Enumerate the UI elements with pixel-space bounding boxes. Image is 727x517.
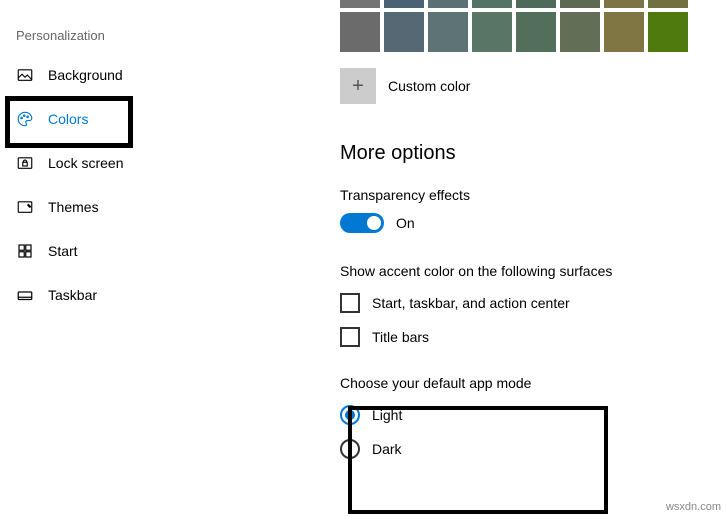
color-swatch[interactable] bbox=[472, 12, 512, 52]
taskbar-icon bbox=[16, 286, 34, 304]
color-swatch[interactable] bbox=[648, 0, 688, 8]
color-swatch[interactable] bbox=[560, 0, 600, 8]
color-swatch[interactable] bbox=[648, 12, 688, 52]
color-swatch[interactable] bbox=[516, 12, 556, 52]
color-swatch[interactable] bbox=[516, 0, 556, 8]
more-options-heading: More options bbox=[340, 142, 717, 165]
sidebar-item-colors[interactable]: Colors bbox=[0, 99, 240, 139]
radio-label: Dark bbox=[372, 441, 402, 457]
sidebar-item-start[interactable]: Start bbox=[0, 231, 240, 271]
color-swatch[interactable] bbox=[384, 12, 424, 52]
checkbox-icon bbox=[340, 327, 360, 347]
color-swatch[interactable] bbox=[340, 0, 380, 8]
color-swatch[interactable] bbox=[472, 0, 512, 8]
checkbox-label: Title bars bbox=[372, 329, 429, 345]
sidebar-item-label: Lock screen bbox=[48, 155, 123, 171]
color-swatch[interactable] bbox=[604, 12, 644, 52]
color-swatch-row-partial bbox=[340, 0, 717, 8]
sidebar-item-taskbar[interactable]: Taskbar bbox=[0, 275, 240, 315]
checkbox-icon bbox=[340, 293, 360, 313]
sidebar-item-themes[interactable]: Themes bbox=[0, 187, 240, 227]
app-mode-radio-dark[interactable]: Dark bbox=[340, 439, 717, 459]
sidebar-item-background[interactable]: Background bbox=[0, 55, 240, 95]
custom-color-button[interactable]: + bbox=[340, 68, 376, 104]
accent-check-start-taskbar[interactable]: Start, taskbar, and action center bbox=[340, 293, 717, 313]
accent-check-title-bars[interactable]: Title bars bbox=[340, 327, 717, 347]
color-swatch[interactable] bbox=[560, 12, 600, 52]
color-swatch[interactable] bbox=[384, 0, 424, 8]
color-swatch[interactable] bbox=[428, 0, 468, 8]
color-swatch[interactable] bbox=[428, 12, 468, 52]
transparency-state: On bbox=[396, 215, 415, 231]
app-mode-radio-light[interactable]: Light bbox=[340, 405, 717, 425]
transparency-label: Transparency effects bbox=[340, 187, 717, 203]
sidebar-item-label: Background bbox=[48, 67, 123, 83]
transparency-toggle-row: On bbox=[340, 213, 717, 233]
lock-screen-icon bbox=[16, 154, 34, 172]
plus-icon: + bbox=[352, 75, 364, 98]
sidebar-item-lock-screen[interactable]: Lock screen bbox=[0, 143, 240, 183]
start-icon bbox=[16, 242, 34, 260]
sidebar-item-label: Start bbox=[48, 243, 78, 259]
checkbox-label: Start, taskbar, and action center bbox=[372, 295, 570, 311]
themes-icon bbox=[16, 198, 34, 216]
palette-icon bbox=[16, 110, 34, 128]
color-swatch-row bbox=[340, 12, 717, 52]
radio-label: Light bbox=[372, 407, 402, 423]
radio-icon bbox=[340, 439, 360, 459]
color-swatch[interactable] bbox=[604, 0, 644, 8]
custom-color-row: + Custom color bbox=[340, 68, 717, 104]
sidebar-item-label: Themes bbox=[48, 199, 99, 215]
color-swatch[interactable] bbox=[340, 12, 380, 52]
main-content: + Custom color More options Transparency… bbox=[340, 0, 727, 459]
app-mode-label: Choose your default app mode bbox=[340, 375, 717, 391]
picture-icon bbox=[16, 66, 34, 84]
sidebar: Personalization Background Colors Lock s… bbox=[0, 0, 240, 329]
accent-surfaces-label: Show accent color on the following surfa… bbox=[340, 263, 717, 279]
watermark: wsxdn.com bbox=[666, 501, 721, 513]
sidebar-title: Personalization bbox=[0, 10, 240, 51]
transparency-toggle[interactable] bbox=[340, 213, 384, 233]
sidebar-item-label: Colors bbox=[48, 111, 88, 127]
custom-color-label: Custom color bbox=[388, 78, 470, 94]
radio-icon bbox=[340, 405, 360, 425]
sidebar-item-label: Taskbar bbox=[48, 287, 97, 303]
